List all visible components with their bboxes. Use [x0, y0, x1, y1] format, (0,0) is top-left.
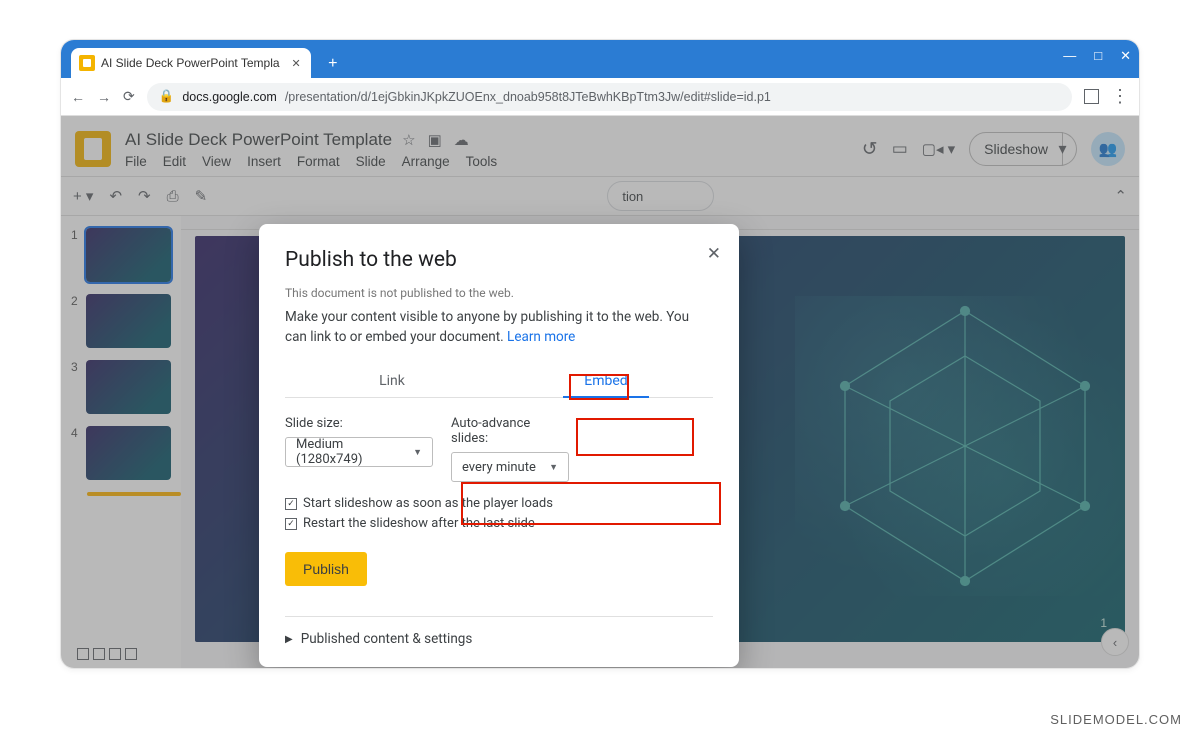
- new-tab-button[interactable]: +: [319, 50, 347, 78]
- checkbox-restart-row[interactable]: ✓ Restart the slideshow after the last s…: [285, 516, 713, 531]
- browser-tab[interactable]: AI Slide Deck PowerPoint Templa ✕: [71, 48, 311, 78]
- close-window-icon[interactable]: ✕: [1120, 48, 1131, 64]
- checkbox-restart[interactable]: ✓: [285, 518, 297, 530]
- dialog-title: Publish to the web: [285, 248, 713, 272]
- learn-more-link[interactable]: Learn more: [507, 329, 575, 345]
- google-slides-app: AI Slide Deck PowerPoint Template ☆ ▣ ☁ …: [61, 116, 1139, 669]
- minimize-icon[interactable]: —: [1063, 48, 1076, 64]
- extensions-icon[interactable]: [1084, 89, 1099, 104]
- auto-advance-label: Auto-advance slides:: [451, 416, 569, 446]
- slides-favicon-icon: [79, 55, 95, 71]
- tab-title: AI Slide Deck PowerPoint Templa: [101, 56, 280, 70]
- checkbox-start-slideshow[interactable]: ✓: [285, 498, 297, 510]
- chrome-tab-strip: AI Slide Deck PowerPoint Templa ✕ + — □ …: [61, 40, 1139, 78]
- tab-embed[interactable]: Embed: [499, 365, 713, 397]
- url-field[interactable]: 🔒 docs.google.com /presentation/d/1ejGbk…: [147, 83, 1072, 111]
- chevron-down-icon: ▼: [413, 447, 422, 458]
- publish-button-label: Publish: [303, 561, 349, 577]
- browser-window: AI Slide Deck PowerPoint Templa ✕ + — □ …: [60, 39, 1140, 669]
- dialog-tabs: Link Embed: [285, 365, 713, 398]
- chrome-menu-icon[interactable]: ⋮: [1111, 86, 1129, 107]
- tab-link[interactable]: Link: [285, 365, 499, 397]
- checkbox-start-label: Start slideshow as soon as the player lo…: [303, 496, 553, 511]
- slide-size-label: Slide size:: [285, 416, 433, 431]
- tab-close-icon[interactable]: ✕: [292, 57, 301, 70]
- nav-back-icon[interactable]: ←: [71, 89, 85, 105]
- publish-status: This document is not published to the we…: [285, 286, 713, 300]
- auto-advance-value: every minute: [462, 460, 536, 475]
- checkbox-restart-label: Restart the slideshow after the last sli…: [303, 516, 535, 531]
- nav-reload-icon[interactable]: ⟳: [123, 88, 135, 105]
- published-content-toggle[interactable]: ▶ Published content & settings: [285, 631, 713, 647]
- published-content-label: Published content & settings: [301, 631, 473, 647]
- url-host: docs.google.com: [182, 90, 277, 104]
- slide-size-select[interactable]: Medium (1280x749) ▼: [285, 437, 433, 467]
- dialog-divider: [285, 616, 713, 617]
- dialog-description: Make your content visible to anyone by p…: [285, 308, 713, 347]
- dialog-description-text: Make your content visible to anyone by p…: [285, 309, 689, 345]
- address-bar-row: ← → ⟳ 🔒 docs.google.com /presentation/d/…: [61, 78, 1139, 116]
- window-controls: — □ ✕: [1063, 48, 1131, 64]
- dialog-close-icon[interactable]: ✕: [707, 244, 721, 264]
- lock-icon: 🔒: [159, 89, 175, 104]
- publish-button[interactable]: Publish: [285, 552, 367, 586]
- nav-forward-icon[interactable]: →: [97, 89, 111, 105]
- chevron-down-icon: ▼: [549, 462, 558, 473]
- auto-advance-select[interactable]: every minute ▼: [451, 452, 569, 482]
- chevron-right-icon: ▶: [285, 634, 293, 645]
- checkbox-start-slideshow-row[interactable]: ✓ Start slideshow as soon as the player …: [285, 496, 713, 511]
- url-path: /presentation/d/1ejGbkinJKpkZUOEnx_dnoab…: [285, 90, 771, 104]
- watermark: SLIDEMODEL.COM: [1050, 712, 1182, 727]
- publish-dialog: ✕ Publish to the web This document is no…: [259, 224, 739, 667]
- maximize-icon[interactable]: □: [1094, 48, 1102, 64]
- slide-size-value: Medium (1280x749): [296, 437, 405, 467]
